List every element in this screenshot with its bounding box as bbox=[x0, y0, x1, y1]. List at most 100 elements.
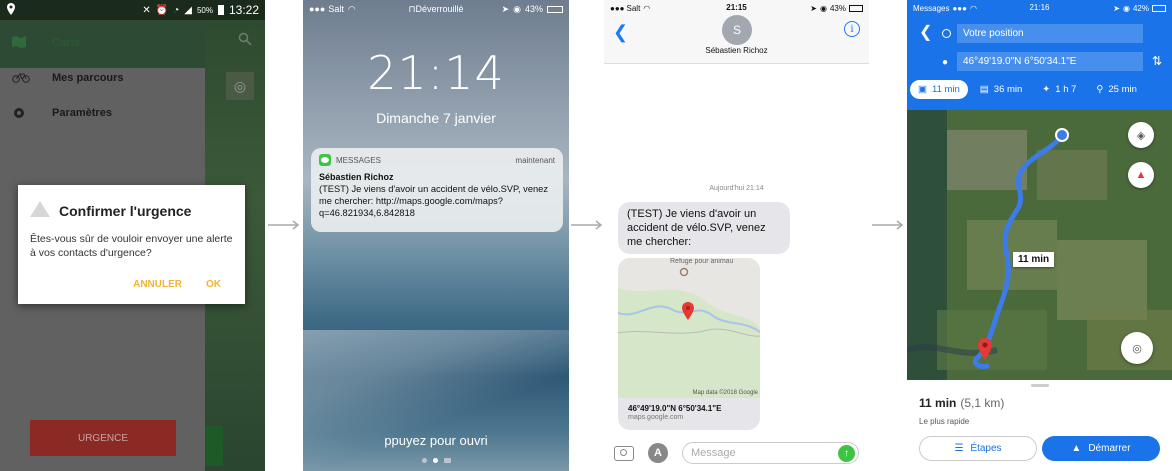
alarm-icon: ⏰ bbox=[155, 4, 169, 16]
confirm-dialog: Confirmer l'urgence Êtes-vous sûr de vou… bbox=[18, 185, 245, 304]
contact-name[interactable]: Sébastien Richoz bbox=[604, 46, 869, 55]
recenter-button[interactable]: ◎ bbox=[1121, 332, 1153, 364]
walk-icon: ✦ bbox=[1042, 84, 1051, 95]
satellite-map[interactable]: 11 min ◈ ▲ ◎ bbox=[907, 110, 1172, 380]
menu-item-label: Mes parcours bbox=[52, 72, 124, 84]
signal-icon: ◢ bbox=[184, 4, 192, 16]
travel-mode-tabs: ▣ 11 min ▤ 36 min ✦ 1 h 7 ⚲ 25 min bbox=[907, 80, 1172, 99]
crosshair-icon: ◎ bbox=[233, 77, 247, 94]
ios-lock-screen: ●●● Salt ◠ ⊓Déverrouillé ➤ ◉ 43% 21:14 D… bbox=[303, 0, 569, 471]
map-coordinates: 46°49'19.0"N 6°50'34.1"E bbox=[628, 404, 722, 413]
dialog-title: Confirmer l'urgence bbox=[59, 202, 192, 219]
bike-icon: ⚲ bbox=[1096, 84, 1104, 95]
ok-button[interactable]: OK bbox=[206, 279, 221, 290]
route-summary-sheet: 11 min (5,1 km) Le plus rapide ☰ Étapes ▲ D… bbox=[907, 380, 1172, 471]
menu-item-parametres[interactable]: Paramètres bbox=[0, 96, 205, 130]
imessage-status-bar: ●●● Salt ◠ 21:15 ➤ ◉ 43% bbox=[604, 0, 869, 16]
arrow-icon bbox=[268, 220, 300, 230]
urgence-button[interactable]: URGENCE bbox=[30, 420, 176, 456]
menu-item-mes-parcours[interactable]: Mes parcours bbox=[0, 61, 205, 95]
map-attribution: Map data ©2018 Google bbox=[692, 390, 758, 396]
tab-car[interactable]: ▣ 11 min bbox=[910, 80, 968, 99]
menu-item-label: Paramètres bbox=[52, 107, 112, 119]
compass-icon: ▲ bbox=[1135, 169, 1147, 181]
steps-label: Étapes bbox=[970, 443, 1002, 454]
android-status-bar: ✕ ⏰ ◔ ◢ 50% 13:22 bbox=[0, 0, 265, 20]
page-dot-active bbox=[432, 458, 438, 463]
location-icon bbox=[6, 2, 16, 18]
mode-label: 11 min bbox=[931, 84, 960, 95]
app-store-icon[interactable]: A bbox=[648, 443, 668, 463]
destination-pin-icon: ● bbox=[942, 57, 949, 68]
message-bubble[interactable]: (TEST) Je viens d'avoir un accident de v… bbox=[618, 202, 790, 255]
warning-icon bbox=[30, 201, 50, 220]
map-preview-drawing bbox=[618, 267, 760, 398]
lock-date: Dimanche 7 janvier bbox=[376, 110, 496, 126]
destination-field[interactable]: 46°49'19.0"N 6°50'34.1"E bbox=[957, 52, 1143, 71]
mode-label: 36 min bbox=[993, 84, 1023, 95]
notification-sender: Sébastien Richoz bbox=[319, 172, 394, 182]
message-input[interactable]: Message ↑ bbox=[682, 442, 859, 464]
navigation-arrow-icon: ▲ bbox=[1071, 443, 1082, 454]
messages-app-icon bbox=[319, 154, 331, 166]
camera-icon[interactable] bbox=[614, 445, 634, 461]
unlock-hint: ppuyez pour ouvri bbox=[384, 433, 488, 448]
map-icon bbox=[12, 36, 28, 50]
lock-open-icon: ⊓ bbox=[408, 3, 416, 14]
steps-button[interactable]: ☰ Étapes bbox=[919, 436, 1037, 461]
dialog-title-row: Confirmer l'urgence bbox=[30, 201, 233, 220]
info-icon[interactable]: i bbox=[844, 21, 860, 37]
directions-header: Messages ●●● ◠ 21:16 ➤ ◉ 42% ❮ Votre pos… bbox=[907, 0, 1172, 110]
map-green-control bbox=[205, 426, 223, 466]
mode-label: 1 h 7 bbox=[1055, 84, 1077, 95]
notification-app: MESSAGES bbox=[336, 155, 381, 165]
start-button[interactable]: ▲ Démarrer bbox=[1042, 436, 1160, 461]
gear-icon bbox=[12, 106, 28, 120]
map-preview: Refuge pour animau Map data ©2018 Google bbox=[618, 258, 760, 398]
back-arrow-icon[interactable]: ❮ bbox=[919, 22, 932, 42]
wifi-icon: ◔ bbox=[173, 4, 180, 16]
glacier-background bbox=[303, 330, 569, 471]
bicycle-icon bbox=[12, 71, 30, 85]
tab-walk[interactable]: ✦ 1 h 7 bbox=[1034, 80, 1084, 99]
notification-message: (TEST) Je viens d'avoir un accident de v… bbox=[319, 184, 548, 219]
message-notification[interactable]: MESSAGES maintenant Sébastien Richoz (TE… bbox=[311, 148, 563, 232]
search-icon[interactable] bbox=[238, 32, 252, 46]
transit-icon: ▤ bbox=[979, 84, 989, 95]
map-link-card[interactable]: Refuge pour animau Map data ©2018 Google… bbox=[618, 258, 760, 430]
imessage-screen: ●●● Salt ◠ 21:15 ➤ ◉ 43% ❮ S Sébastien R… bbox=[604, 0, 869, 471]
layers-icon: ◈ bbox=[1136, 129, 1146, 142]
gmaps-status-bar: Messages ●●● ◠ 21:16 ➤ ◉ 42% bbox=[907, 0, 1172, 16]
destination-pin-icon[interactable] bbox=[978, 338, 992, 360]
sheet-handle[interactable] bbox=[1031, 384, 1049, 387]
swap-icon[interactable]: ⇅ bbox=[1152, 54, 1162, 68]
eta-time: 11 min bbox=[919, 396, 957, 410]
camera-icon bbox=[443, 458, 451, 463]
eta-distance: (5,1 km) bbox=[960, 396, 1005, 410]
mode-label: 25 min bbox=[1108, 84, 1137, 95]
cancel-button[interactable]: ANNULER bbox=[133, 279, 182, 290]
status-time: 21:16 bbox=[1029, 3, 1050, 12]
car-icon: ▣ bbox=[918, 84, 927, 95]
notification-time: maintenant bbox=[515, 155, 555, 165]
route-note: Le plus rapide bbox=[919, 417, 970, 426]
my-location-button[interactable]: ◎ bbox=[226, 72, 254, 100]
compose-bar: A Message ↑ bbox=[604, 435, 869, 471]
send-arrow-icon[interactable]: ↑ bbox=[838, 445, 855, 462]
tab-bike[interactable]: ⚲ 25 min bbox=[1088, 80, 1144, 99]
menu-item-label: Carte bbox=[52, 37, 81, 49]
android-screen: ✕ ⏰ ◔ ◢ 50% 13:22 ◎ Carte Mes parcours P… bbox=[0, 0, 265, 471]
avatar[interactable]: S bbox=[722, 15, 752, 45]
crosshair-icon: ◎ bbox=[1132, 342, 1142, 355]
origin-field[interactable]: Votre position bbox=[957, 24, 1143, 43]
message-timestamp: Aujourd'hui 21:14 bbox=[709, 185, 764, 192]
map-poi-label: Refuge pour animau bbox=[670, 258, 734, 265]
start-label: Démarrer bbox=[1088, 443, 1131, 454]
lock-time: 21:14 bbox=[367, 46, 505, 100]
list-icon: ☰ bbox=[954, 443, 964, 454]
menu-item-carte[interactable]: Carte bbox=[0, 26, 205, 60]
layers-button[interactable]: ◈ bbox=[1128, 122, 1154, 148]
back-chevron-icon[interactable]: ❮ bbox=[613, 22, 628, 43]
tab-transit[interactable]: ▤ 36 min bbox=[972, 80, 1031, 99]
compass-button[interactable]: ▲ bbox=[1128, 162, 1154, 188]
